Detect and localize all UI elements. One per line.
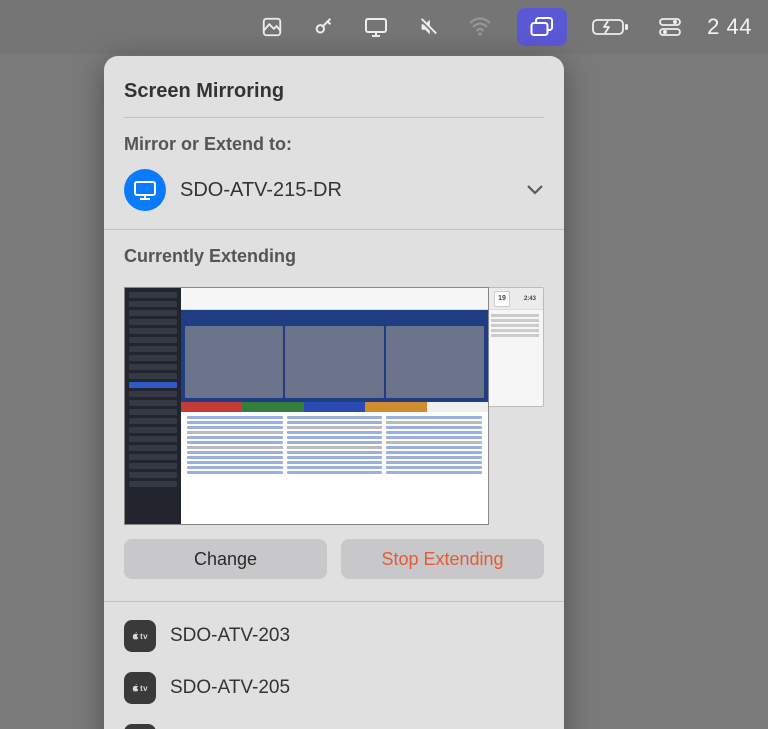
secondary-display-thumbnail[interactable]: 19 2:43 [486, 287, 544, 407]
menubar: 2 44 [0, 0, 768, 54]
device-name: SDO-ATV-203 [170, 625, 290, 647]
battery-icon[interactable] [589, 12, 633, 42]
photos-icon[interactable] [257, 12, 287, 42]
button-row: Change Stop Extending [104, 539, 564, 601]
mirror-extend-label: Mirror or Extend to: [104, 118, 564, 165]
display-icon[interactable] [361, 12, 391, 42]
wifi-icon[interactable] [465, 12, 495, 42]
stop-extending-button[interactable]: Stop Extending [341, 539, 544, 579]
change-button[interactable]: Change [124, 539, 327, 579]
control-center-icon[interactable] [655, 12, 685, 42]
preview-calendar-day: 19 [498, 295, 506, 302]
device-name: SDO-ATV-205 [170, 677, 290, 699]
key-icon[interactable] [309, 12, 339, 42]
active-device-row[interactable]: SDO-ATV-215-DR [104, 165, 564, 229]
menubar-clock[interactable]: 2 44 [707, 14, 752, 40]
appletv-icon: tv [124, 672, 156, 704]
preview-clock: 2:43 [524, 296, 536, 302]
device-list-item[interactable]: tv SDO-ATV-216-KP [104, 714, 564, 729]
available-devices-list: tv SDO-ATV-203 tv SDO-ATV-205 tv SDO-ATV… [104, 602, 564, 729]
device-list-item[interactable]: tv SDO-ATV-205 [104, 662, 564, 714]
active-device-name: SDO-ATV-215-DR [180, 179, 512, 202]
mute-icon[interactable] [413, 12, 443, 42]
device-list-item[interactable]: tv SDO-ATV-203 [104, 610, 564, 662]
screen-mirroring-popover: Screen Mirroring Mirror or Extend to: SD… [104, 56, 564, 729]
appletv-icon: tv [124, 724, 156, 729]
chevron-down-icon[interactable] [526, 184, 544, 196]
screen-mirroring-menu-icon[interactable] [517, 8, 567, 46]
currently-extending-label: Currently Extending [104, 230, 564, 277]
active-display-icon [124, 169, 166, 211]
primary-display-thumbnail[interactable] [124, 287, 489, 525]
appletv-icon: tv [124, 620, 156, 652]
panel-title: Screen Mirroring [104, 74, 564, 117]
display-arrangement-preview[interactable]: 19 2:43 [124, 287, 544, 525]
